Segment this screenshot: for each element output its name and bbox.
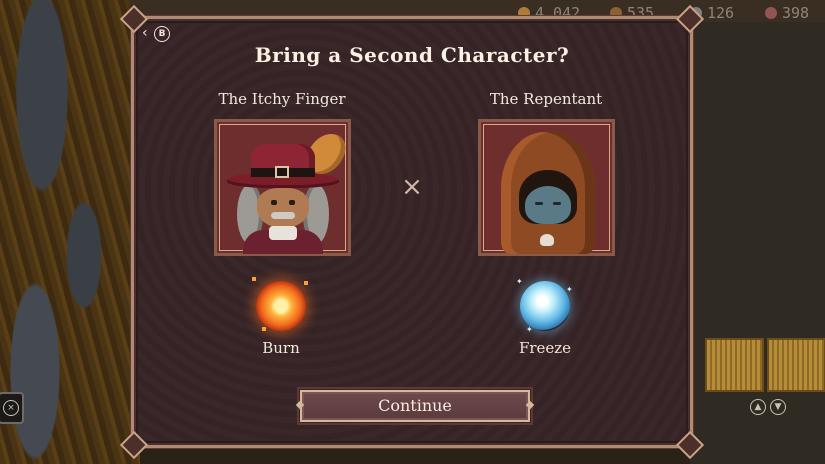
ember: [262, 327, 266, 331]
fire-orb-icon: [256, 281, 306, 331]
sparkle: ✦: [516, 277, 523, 286]
eye: [535, 202, 543, 205]
ice-orb-icon: [520, 281, 570, 331]
character-name-repentant: The Repentant: [489, 90, 603, 108]
ability-label-burn: Burn: [262, 339, 300, 357]
portrait-itchy-finger[interactable]: [214, 119, 351, 256]
face: [525, 186, 571, 224]
mustache: [271, 212, 295, 219]
arrow-up-circle-icon[interactable]: ▲: [750, 399, 766, 415]
eye: [271, 200, 277, 205]
eye: [553, 202, 561, 205]
portrait-repentant[interactable]: [478, 119, 615, 256]
skull-icon: [540, 234, 554, 246]
notch: [525, 400, 535, 410]
ember: [252, 277, 256, 281]
close-icon: ×: [401, 172, 423, 202]
hay-field: [705, 338, 764, 392]
hay-field: [767, 338, 825, 392]
resource-value: 126: [707, 4, 735, 22]
buckle: [275, 166, 289, 178]
ability-label-freeze: Freeze: [518, 339, 572, 357]
continue-button[interactable]: Continue: [295, 387, 535, 425]
face: [257, 188, 309, 228]
village-terrain: [690, 0, 825, 464]
sparkle: ✦: [526, 325, 533, 334]
second-character-dialog: ‹ B Bring a Second Character? The Itchy …: [119, 4, 705, 460]
resource-meat: 398: [765, 4, 809, 22]
back-button[interactable]: ‹ B: [142, 25, 170, 43]
collar: [269, 226, 297, 240]
resource-value: 398: [782, 4, 810, 22]
close-circle-icon: ×: [3, 400, 19, 416]
dialog-title: Bring a Second Character?: [254, 43, 570, 67]
eye: [289, 200, 295, 205]
notch: [295, 400, 305, 410]
continue-label: Continue: [378, 396, 452, 415]
side-panel-toggle[interactable]: ×: [0, 392, 24, 424]
arrow-down-circle-icon[interactable]: ▼: [770, 399, 786, 415]
chevron-left-icon: ‹: [142, 25, 148, 41]
sparkle: ✦: [566, 285, 573, 294]
b-button-icon: B: [154, 26, 170, 42]
meat-icon: [765, 7, 777, 19]
ember: [304, 281, 308, 285]
character-name-itchy-finger: The Itchy Finger: [218, 90, 346, 108]
